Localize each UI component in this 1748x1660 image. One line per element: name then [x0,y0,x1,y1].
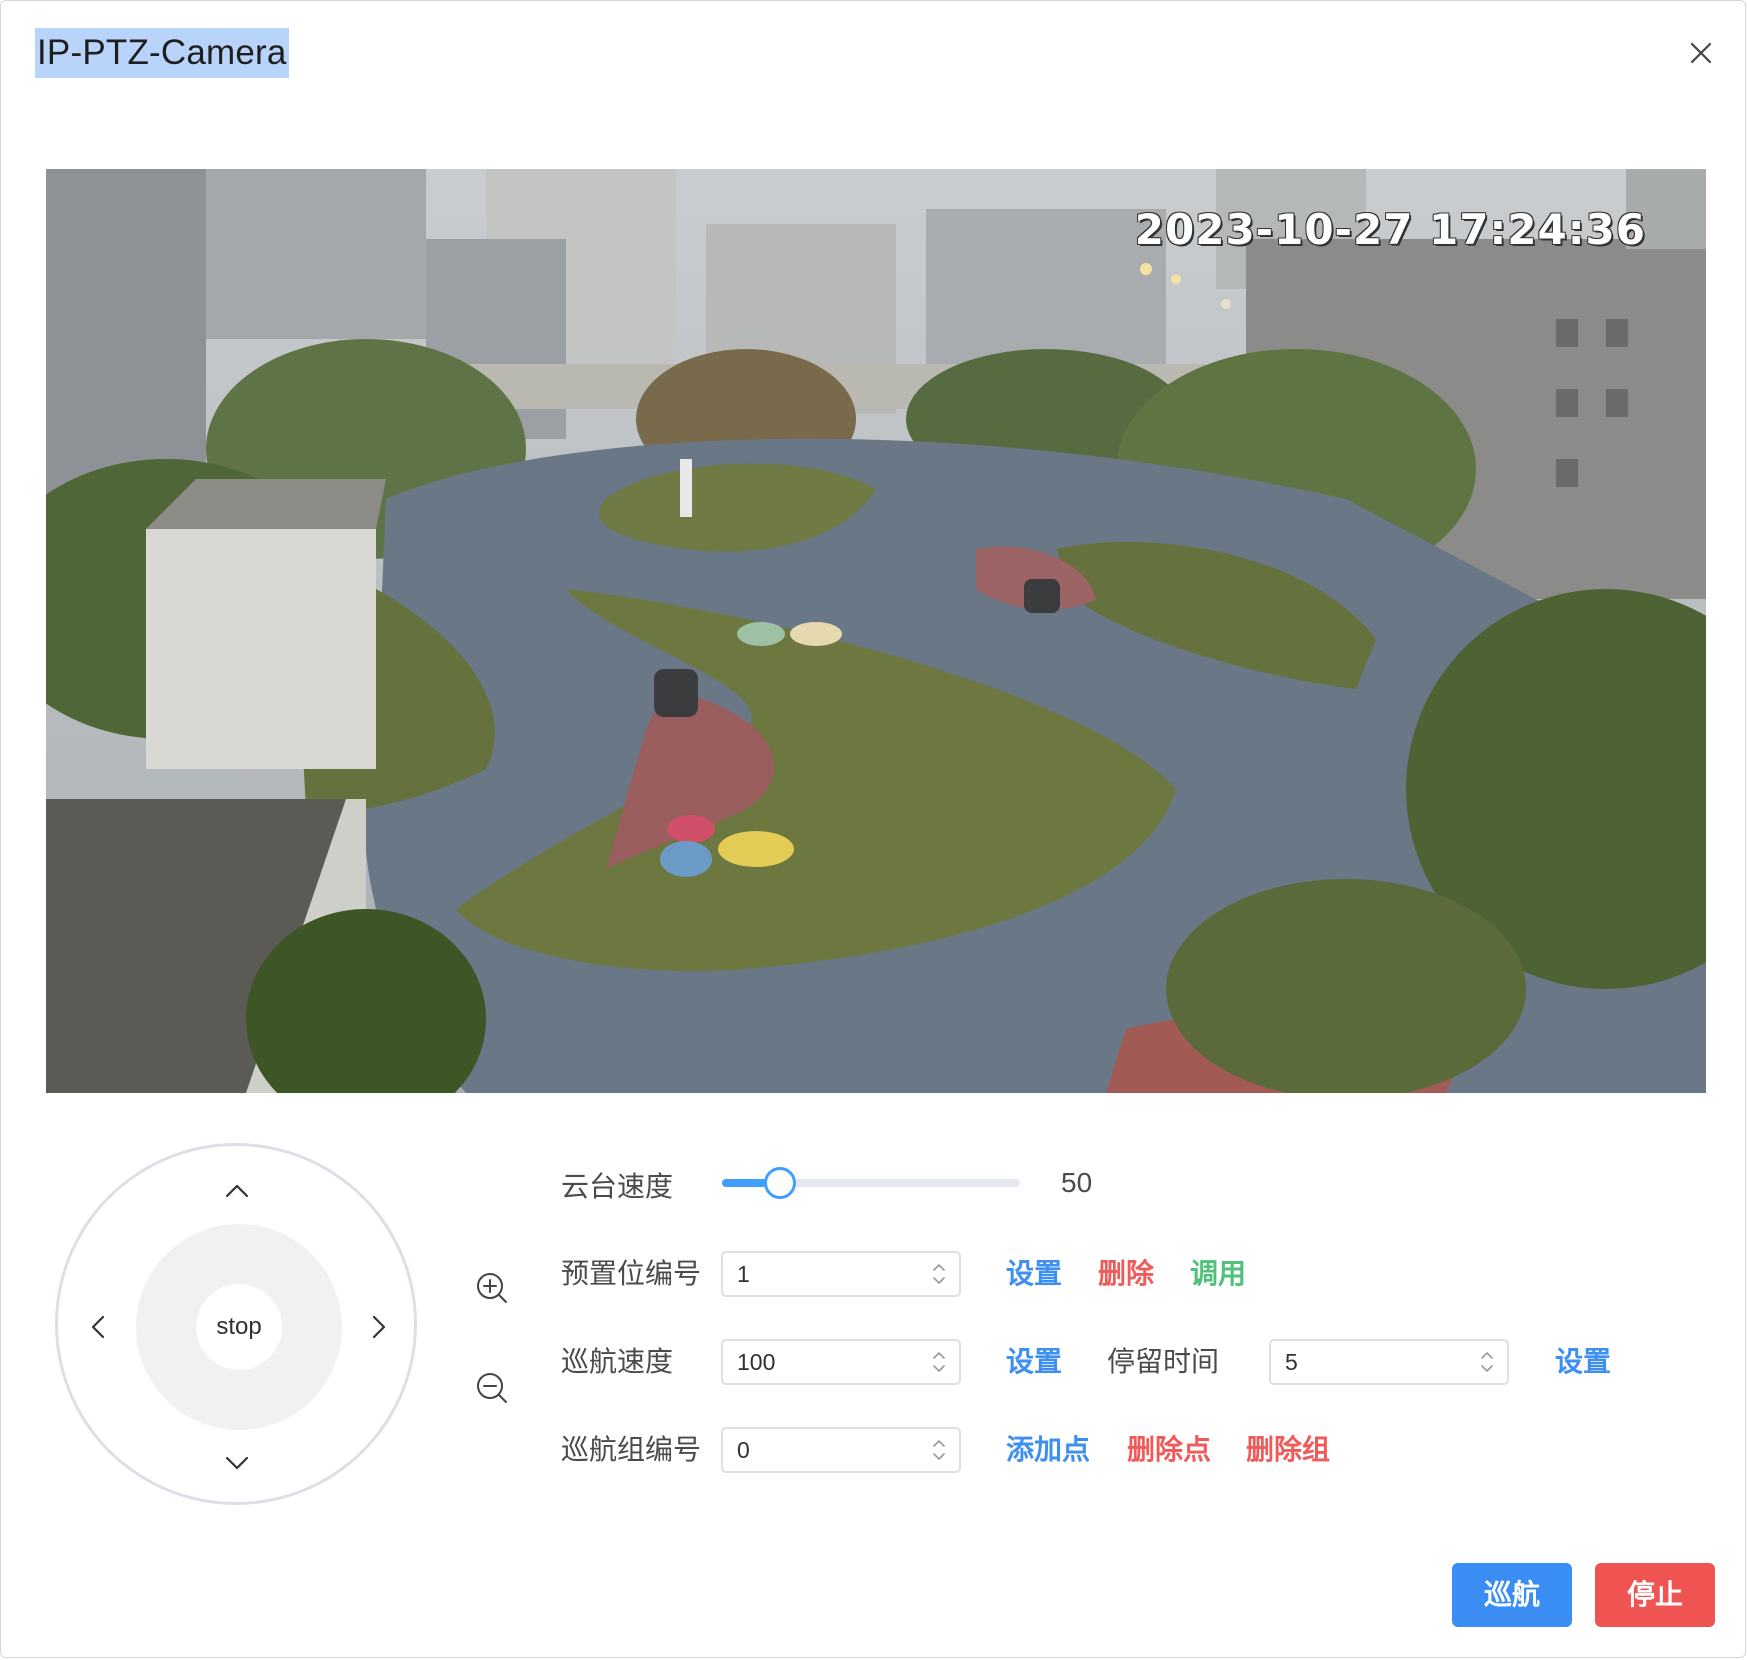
ptz-camera-dialog: IP-PTZ-Camera 2023-10-27 17:24:36 stop 云… [0,0,1746,1658]
add-point-link[interactable]: 添加点 [1006,1430,1090,1470]
ptz-speed-slider-handle[interactable] [764,1167,796,1199]
preset-call-link[interactable]: 调用 [1190,1254,1246,1294]
cruise-button[interactable]: 巡航 [1452,1563,1572,1627]
close-button[interactable] [1681,33,1721,73]
spin-arrows-icon[interactable] [929,1435,949,1465]
cruise-group-label: 巡航组编号 [561,1433,702,1466]
camera-video-feed[interactable]: 2023-10-27 17:24:36 [46,169,1706,1093]
joystick-pad[interactable]: stop [136,1224,342,1430]
zoom-in-button[interactable] [475,1271,509,1305]
camera-scene [46,169,1706,1093]
preset-set-link[interactable]: 设置 [1006,1254,1062,1294]
ptz-down-button[interactable] [217,1444,257,1484]
dwell-time-input[interactable] [1285,1341,1455,1383]
ptz-speed-value: 50 [1061,1167,1093,1198]
delete-group-link[interactable]: 删除组 [1246,1430,1330,1470]
close-icon [1690,42,1712,64]
preset-number-label: 预置位编号 [561,1257,702,1290]
dialog-title: IP-PTZ-Camera [35,28,289,78]
zoom-out-icon [477,1373,507,1403]
cruise-speed-label: 巡航速度 [561,1345,674,1378]
cruise-speed-stepper[interactable] [721,1339,961,1385]
cruise-group-input[interactable] [737,1429,907,1471]
dwell-time-set-link[interactable]: 设置 [1555,1342,1611,1382]
cruise-group-stepper[interactable] [721,1427,961,1473]
preset-number-input[interactable] [737,1253,907,1295]
ptz-up-button[interactable] [217,1170,257,1210]
ptz-joystick: stop [55,1143,417,1505]
preset-delete-link[interactable]: 删除 [1098,1254,1154,1294]
ptz-left-button[interactable] [78,1307,118,1347]
chevron-left-icon [91,1315,105,1339]
delete-point-link[interactable]: 删除点 [1127,1430,1211,1470]
dwell-time-label: 停留时间 [1107,1345,1220,1378]
stop-button[interactable]: 停止 [1595,1563,1715,1627]
chevron-right-icon [372,1315,386,1339]
zoom-out-button[interactable] [475,1371,509,1405]
zoom-in-icon [477,1273,507,1303]
spin-arrows-icon[interactable] [929,1347,949,1377]
ptz-right-button[interactable] [359,1307,399,1347]
dwell-time-stepper[interactable] [1269,1339,1509,1385]
ptz-stop-button[interactable]: stop [196,1284,282,1370]
chevron-down-icon [225,1456,249,1470]
spin-arrows-icon[interactable] [1477,1347,1497,1377]
chevron-up-icon [225,1184,249,1198]
ptz-speed-label: 云台速度 [561,1170,674,1203]
preset-number-stepper[interactable] [721,1251,961,1297]
video-timestamp: 2023-10-27 17:24:36 [1134,205,1646,254]
cruise-speed-input[interactable] [737,1341,907,1383]
ptz-speed-slider[interactable] [722,1167,1020,1199]
cruise-speed-set-link[interactable]: 设置 [1006,1342,1062,1382]
spin-arrows-icon[interactable] [929,1259,949,1289]
